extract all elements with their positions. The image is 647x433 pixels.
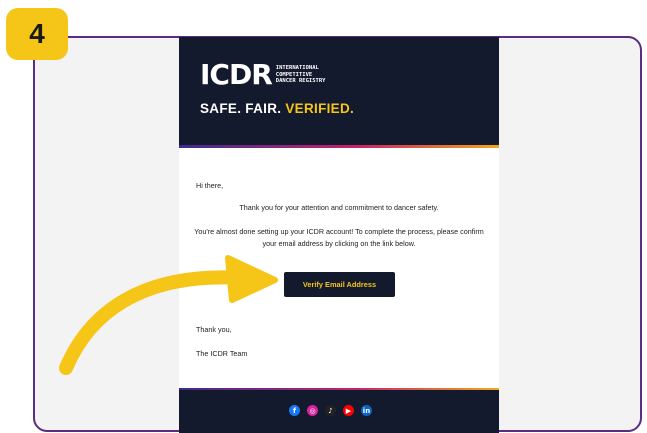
pointer-arrow-icon <box>59 255 278 375</box>
